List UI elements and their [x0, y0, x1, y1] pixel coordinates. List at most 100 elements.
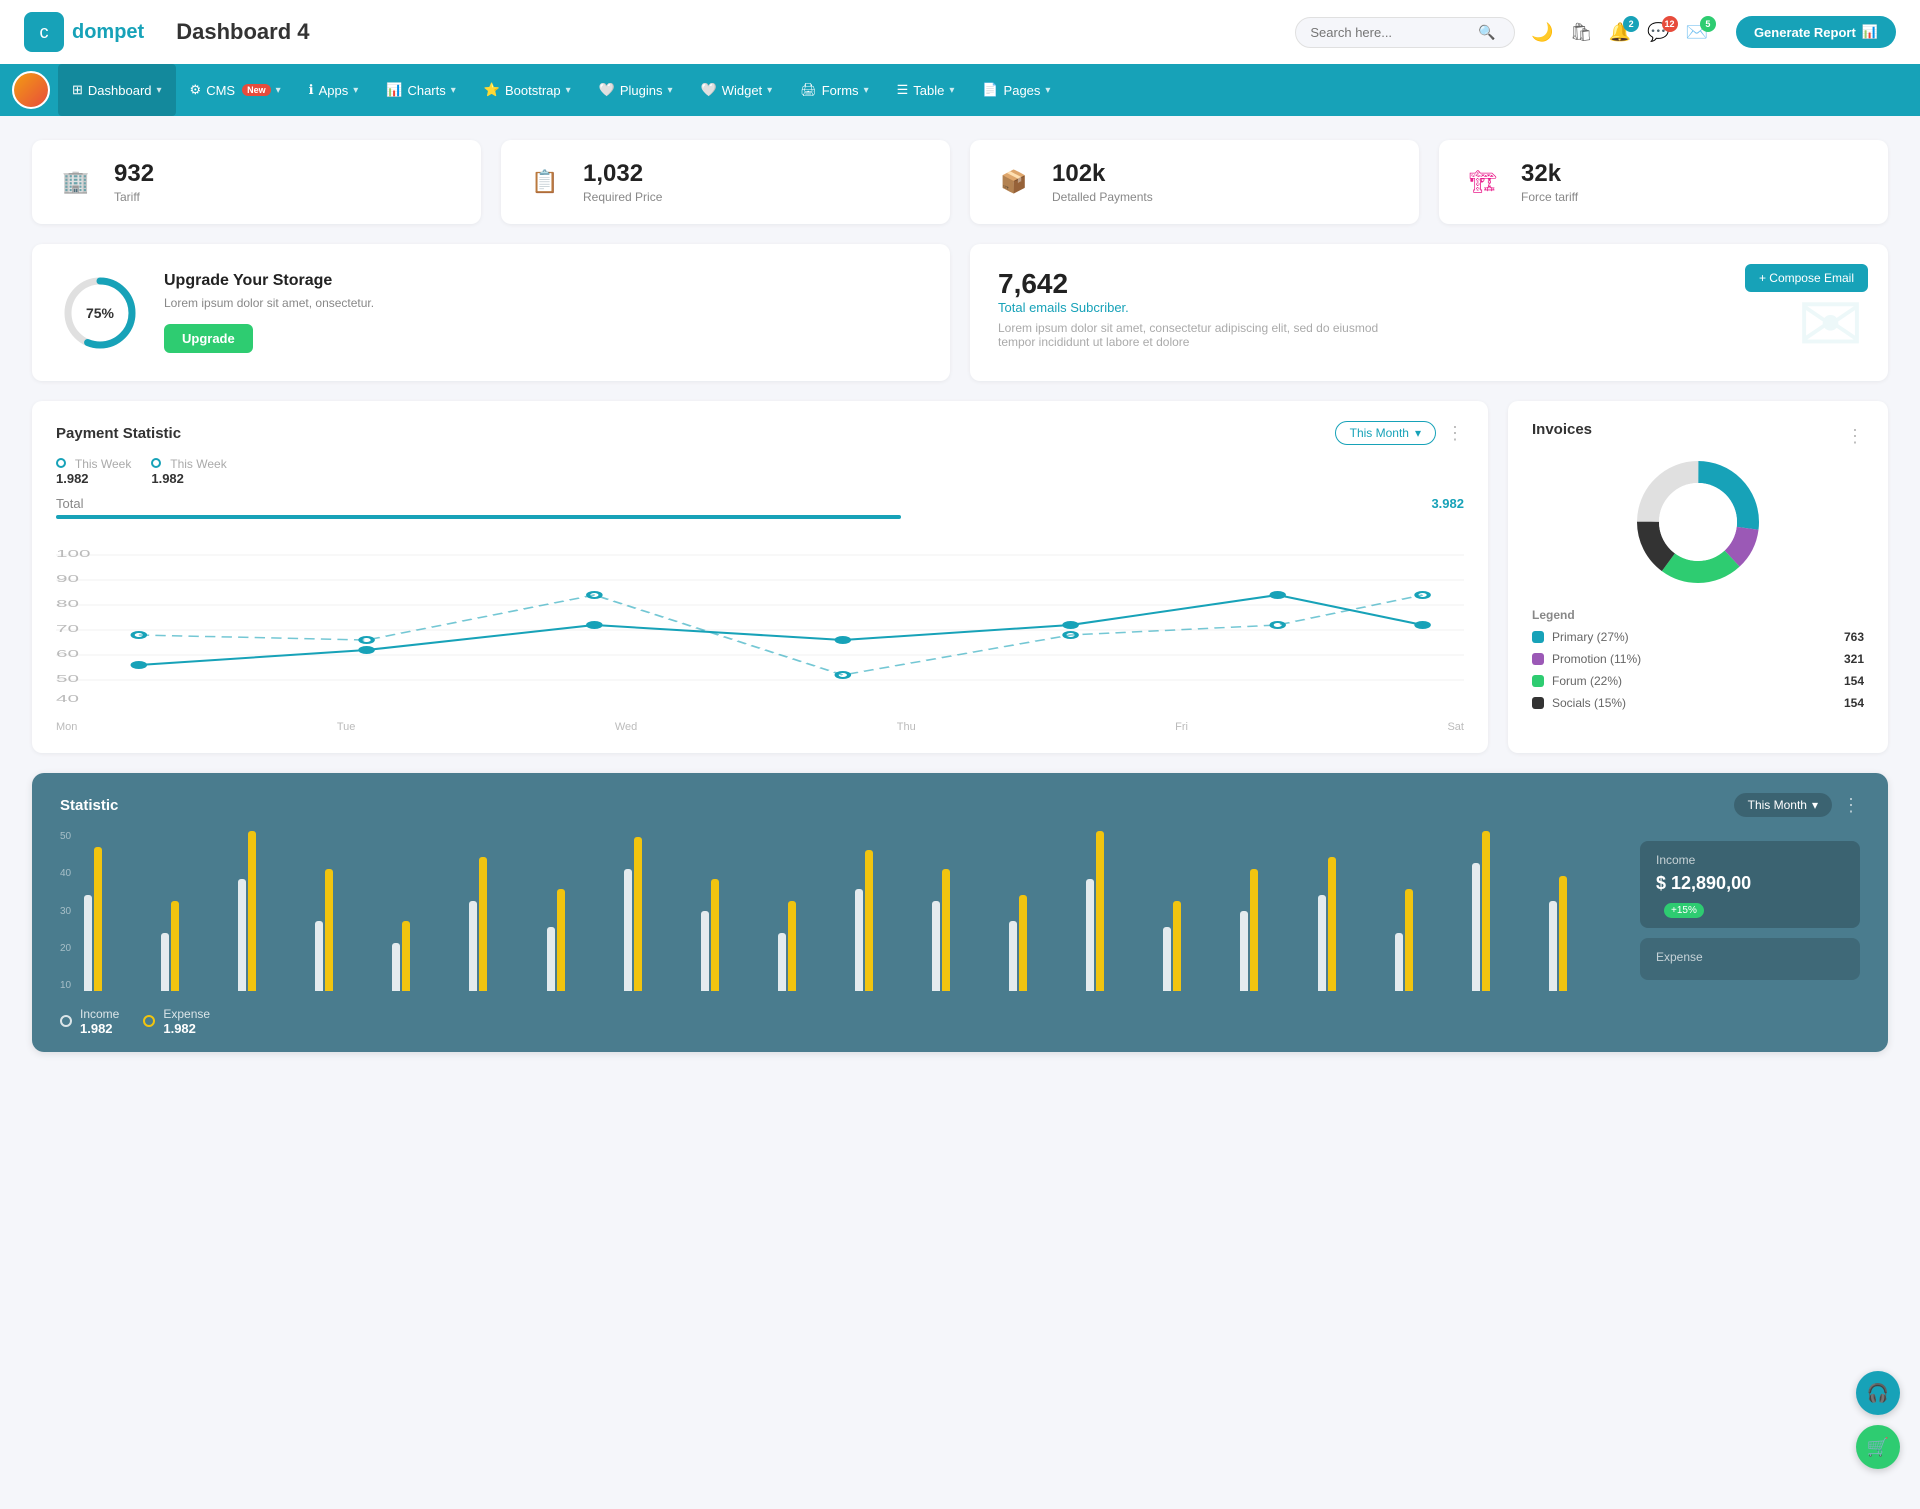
x-label-sat: Sat	[1447, 721, 1464, 733]
bar-chart-section: 50 40 30 20 10	[60, 831, 1620, 1052]
income-amount: $ 12,890,00	[1656, 873, 1751, 894]
nav-item-plugins[interactable]: 🤍 Plugins ▾	[585, 64, 687, 116]
bar-white	[1163, 927, 1171, 991]
bar-yellow	[479, 857, 487, 991]
msg-icon[interactable]: ✉️5	[1686, 22, 1708, 43]
headset-button[interactable]: 🎧	[1856, 1371, 1900, 1415]
income-box-label: Income	[1656, 853, 1844, 867]
cart-icon: 🛒	[1867, 1437, 1889, 1458]
total-bar	[56, 515, 901, 519]
promotion-count: 321	[1844, 652, 1864, 666]
nav-item-bootstrap[interactable]: ⭐ Bootstrap ▾	[470, 64, 585, 116]
forum-color-dot	[1532, 675, 1544, 687]
nav-table-label: Table	[913, 83, 944, 98]
statistic-month-filter-button[interactable]: This Month ▾	[1734, 793, 1832, 817]
nav-item-cms[interactable]: ⚙ CMS New ▾	[176, 64, 295, 116]
chevron-down-icon: ▾	[767, 85, 772, 96]
stat-info-force: 32k Force tariff	[1521, 160, 1578, 204]
bar-group	[161, 901, 232, 991]
nav-bootstrap-label: Bootstrap	[505, 83, 561, 98]
income-dot	[60, 1015, 72, 1027]
nav-item-dashboard[interactable]: ⊞ Dashboard ▾	[58, 64, 176, 116]
bar-yellow	[711, 879, 719, 991]
gift-icon[interactable]: 🛍	[1570, 22, 1593, 43]
statistic-card: Statistic This Month ▾ ⋮ 50 40 30 20 10	[32, 773, 1888, 1052]
bar-white	[161, 933, 169, 991]
statistic-more-icon[interactable]: ⋮	[1842, 795, 1860, 816]
invoices-more-icon[interactable]: ⋮	[1846, 426, 1864, 447]
nav-item-charts[interactable]: 📊 Charts ▾	[372, 64, 470, 116]
bar-group	[1240, 869, 1311, 991]
stat-card-force: 🏗 32k Force tariff	[1439, 140, 1888, 224]
expense-dot	[143, 1015, 155, 1027]
tariff-label: Tariff	[114, 190, 154, 204]
stat-card-tariff: 🏢 932 Tariff	[32, 140, 481, 224]
storage-card: 75% Upgrade Your Storage Lorem ipsum dol…	[32, 244, 950, 381]
navbar: ⊞ Dashboard ▾ ⚙ CMS New ▾ ℹ Apps ▾ 📊 Cha…	[0, 64, 1920, 116]
bar-white	[778, 933, 786, 991]
legend-promotion: Promotion (11%) 321	[1532, 652, 1864, 666]
dashboard-icon: ⊞	[72, 82, 83, 98]
legend-item-1: This Week 1.982	[56, 455, 131, 486]
generate-report-label: Generate Report	[1754, 25, 1856, 40]
bar-white	[315, 921, 323, 991]
search-bar[interactable]: 🔍	[1295, 17, 1515, 48]
invoices-card: Invoices ⋮	[1508, 401, 1888, 753]
primary-color-dot	[1532, 631, 1544, 643]
moon-icon[interactable]: 🌙	[1531, 22, 1553, 43]
socials-count: 154	[1844, 696, 1864, 710]
bell-icon[interactable]: 🔔2	[1609, 22, 1631, 43]
price-label: Required Price	[583, 190, 662, 204]
expense-box-label: Expense	[1656, 950, 1844, 964]
income-panel: Income $ 12,890,00 +15% Expense	[1640, 831, 1860, 1052]
chevron-down-icon: ▾	[1415, 426, 1421, 440]
x-label-fri: Fri	[1175, 721, 1188, 733]
nav-item-apps[interactable]: ℹ Apps ▾	[295, 64, 373, 116]
this-month-filter-button[interactable]: This Month ▾	[1335, 421, 1436, 445]
svg-text:70: 70	[56, 623, 79, 634]
legend-label-2: This Week	[170, 457, 226, 471]
income-percent-row: +15%	[1656, 900, 1844, 916]
total-label: Total	[56, 496, 83, 511]
header-icons: 🌙 🛍 🔔2 💬12 ✉️5 Generate Report 📊	[1531, 16, 1896, 48]
total-row: Total 3.982	[56, 496, 1464, 511]
y-label-10: 10	[60, 980, 71, 991]
chevron-down-icon: ▾	[667, 85, 672, 96]
bar-yellow	[1250, 869, 1258, 991]
cms-icon: ⚙	[190, 82, 202, 98]
charts-row: Payment Statistic This Month ▾ ⋮ This We…	[32, 401, 1888, 753]
search-input[interactable]	[1310, 25, 1470, 40]
generate-report-button[interactable]: Generate Report 📊	[1736, 16, 1896, 48]
logo-icon: c	[24, 12, 64, 52]
chat-icon[interactable]: 💬12	[1647, 22, 1669, 43]
socials-label: Socials (15%)	[1552, 696, 1626, 710]
bar-white	[1086, 879, 1094, 991]
bar-white	[84, 895, 92, 991]
stat-card-payments: 📦 102k Detalled Payments	[970, 140, 1419, 224]
primary-label: Primary (27%)	[1552, 630, 1629, 644]
payments-value: 102k	[1052, 160, 1153, 188]
income-amount-row: $ 12,890,00	[1656, 873, 1844, 894]
nav-cms-label: CMS	[206, 83, 235, 98]
nav-item-widget[interactable]: 🤍 Widget ▾	[687, 64, 787, 116]
nav-item-forms[interactable]: 🖨 Forms ▾	[786, 64, 882, 116]
cart-button[interactable]: 🛒	[1856, 1425, 1900, 1469]
nav-item-pages[interactable]: 📄 Pages ▾	[968, 64, 1064, 116]
svg-text:90: 90	[56, 573, 79, 584]
svg-text:100: 100	[56, 548, 91, 559]
nav-item-table[interactable]: ☰ Table ▾	[883, 64, 969, 116]
bar-yellow	[942, 869, 950, 991]
bar-group	[469, 857, 540, 991]
income-legend-label: Income	[80, 1007, 119, 1021]
bar-yellow	[557, 889, 565, 991]
bar-white	[469, 901, 477, 991]
forms-icon: 🖨	[800, 82, 817, 98]
legend-dot-2	[151, 458, 161, 468]
chevron-down-icon: ▾	[1812, 798, 1818, 812]
payment-more-icon[interactable]: ⋮	[1446, 423, 1464, 444]
legend-label-1: This Week	[75, 457, 131, 471]
upgrade-button[interactable]: Upgrade	[164, 324, 253, 353]
bar-group	[932, 869, 1003, 991]
this-month-label: This Month	[1350, 426, 1409, 440]
primary-count: 763	[1844, 630, 1864, 644]
